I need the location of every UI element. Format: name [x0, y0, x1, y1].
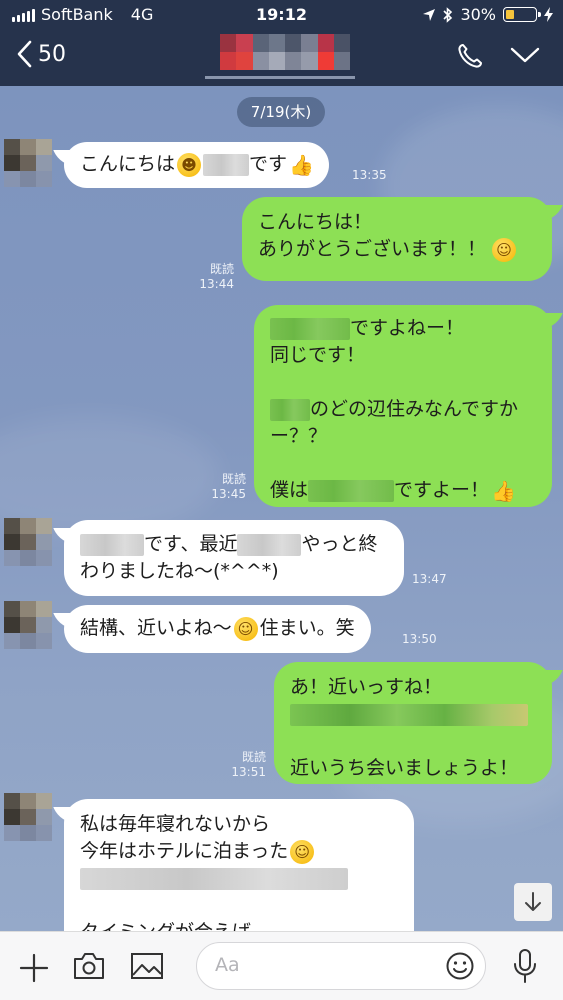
message-text: あ！近いっすね！	[290, 676, 443, 698]
redacted-text	[270, 317, 350, 340]
redacted-text	[80, 867, 348, 890]
read-receipt: 既読 13:51	[231, 750, 266, 779]
input-toolbar: Aa	[0, 931, 563, 1000]
smiling-emoji-icon: ☺	[492, 237, 517, 262]
message-bubble-incoming[interactable]: こんにちは ☻ です 👍	[64, 142, 330, 188]
message-text: ですよねー！	[350, 317, 465, 339]
redacted-text	[270, 398, 310, 421]
message-text: のどの辺住みなんですか	[310, 398, 519, 420]
message-input[interactable]: Aa	[196, 942, 486, 990]
message-text: ー？？	[270, 425, 328, 447]
message-text: タイミングが合えば	[80, 919, 251, 931]
message-text: ですよー！	[394, 479, 490, 501]
input-placeholder: Aa	[215, 954, 240, 976]
chevron-down-icon[interactable]	[510, 46, 540, 64]
message-text: です	[249, 153, 288, 175]
smiling-emoji-icon: ☺	[290, 839, 315, 864]
chat-title-pixelated[interactable]	[220, 34, 350, 70]
message-text: です、最近	[144, 533, 238, 555]
avatar[interactable]	[4, 139, 52, 187]
thumbs-up-emoji-icon: 👍	[289, 152, 314, 177]
message-bubble-outgoing[interactable]: あ！近いっすね！ 近いうち会いましょうよ！	[274, 662, 552, 784]
redacted-text	[80, 533, 144, 556]
message-bubble-incoming[interactable]: 私は毎年寝れないから 今年はホテルに泊まった☺ タイミングが合えば	[64, 799, 414, 931]
message-text: 僕は	[270, 479, 309, 501]
microphone-icon[interactable]	[511, 948, 539, 984]
thumbs-up-emoji-icon: 👍	[491, 478, 516, 503]
redacted-text	[290, 703, 528, 726]
message-text: 住まい。笑	[259, 617, 355, 639]
grinning-emoji-icon: ☻	[177, 152, 202, 177]
message-time: 13:50	[402, 632, 437, 646]
avatar[interactable]	[4, 601, 52, 649]
status-bar: SoftBank 4G 19:12 30%	[0, 0, 563, 28]
app-header: SoftBank 4G 19:12 30% 50	[0, 0, 563, 86]
phone-icon[interactable]	[456, 42, 484, 70]
plus-icon[interactable]	[18, 952, 50, 984]
message-bubble-outgoing[interactable]: ですよねー！ 同じです！ のどの辺住みなんですか ー？？ 僕は ですよー！ 👍	[254, 305, 552, 507]
chat-nav-bar: 50	[0, 28, 563, 86]
bluetooth-icon	[443, 6, 453, 23]
title-underline	[205, 76, 355, 79]
location-icon	[423, 8, 436, 21]
message-text: ありがとうございます！！	[258, 238, 487, 260]
image-icon[interactable]	[130, 952, 164, 980]
smiling-emoji-icon: ☺	[233, 616, 258, 641]
back-button[interactable]: 50	[16, 40, 66, 68]
message-bubble-incoming[interactable]: 結構、近いよね〜 ☺ 住まい。笑	[64, 605, 371, 653]
battery-percent: 30%	[460, 5, 496, 24]
chat-area[interactable]: 7/19(木) こんにちは ☻ です 👍 13:35 こんにちは！ ありがとうご…	[0, 86, 563, 931]
back-count: 50	[38, 41, 66, 67]
redacted-text	[237, 533, 302, 556]
date-separator: 7/19(木)	[237, 97, 325, 127]
read-receipt: 既読 13:45	[211, 472, 246, 501]
battery-icon	[503, 7, 541, 22]
message-text: 同じです！	[270, 344, 366, 366]
charging-icon	[544, 7, 553, 22]
message-text: 私は毎年寝れないから	[80, 813, 271, 835]
message-text: こんにちは	[80, 153, 176, 175]
message-text: こんにちは！	[258, 211, 373, 233]
message-bubble-incoming[interactable]: です、最近 やっと終 わりましたね〜(*^^*)	[64, 520, 404, 596]
avatar[interactable]	[4, 518, 52, 566]
smiley-icon[interactable]	[445, 951, 475, 981]
message-text: 今年はホテルに泊まった	[80, 840, 289, 862]
message-text: わりましたね〜(*^^*)	[80, 560, 279, 582]
message-text: やっと終	[301, 533, 378, 555]
scroll-to-bottom-button[interactable]	[514, 883, 552, 921]
message-time: 13:35	[352, 168, 387, 182]
chevron-left-icon	[17, 40, 32, 68]
message-bubble-outgoing[interactable]: こんにちは！ ありがとうございます！！ ☺	[242, 197, 552, 281]
message-text: 結構、近いよね〜	[80, 617, 232, 639]
avatar[interactable]	[4, 793, 52, 841]
arrow-down-icon	[525, 892, 541, 911]
message-text: 近いうち会いましょうよ！	[290, 757, 519, 779]
redacted-text	[203, 153, 250, 176]
camera-icon[interactable]	[72, 951, 106, 981]
redacted-text	[308, 479, 395, 502]
read-receipt: 既読 13:44	[199, 262, 234, 291]
message-time: 13:47	[412, 572, 447, 586]
